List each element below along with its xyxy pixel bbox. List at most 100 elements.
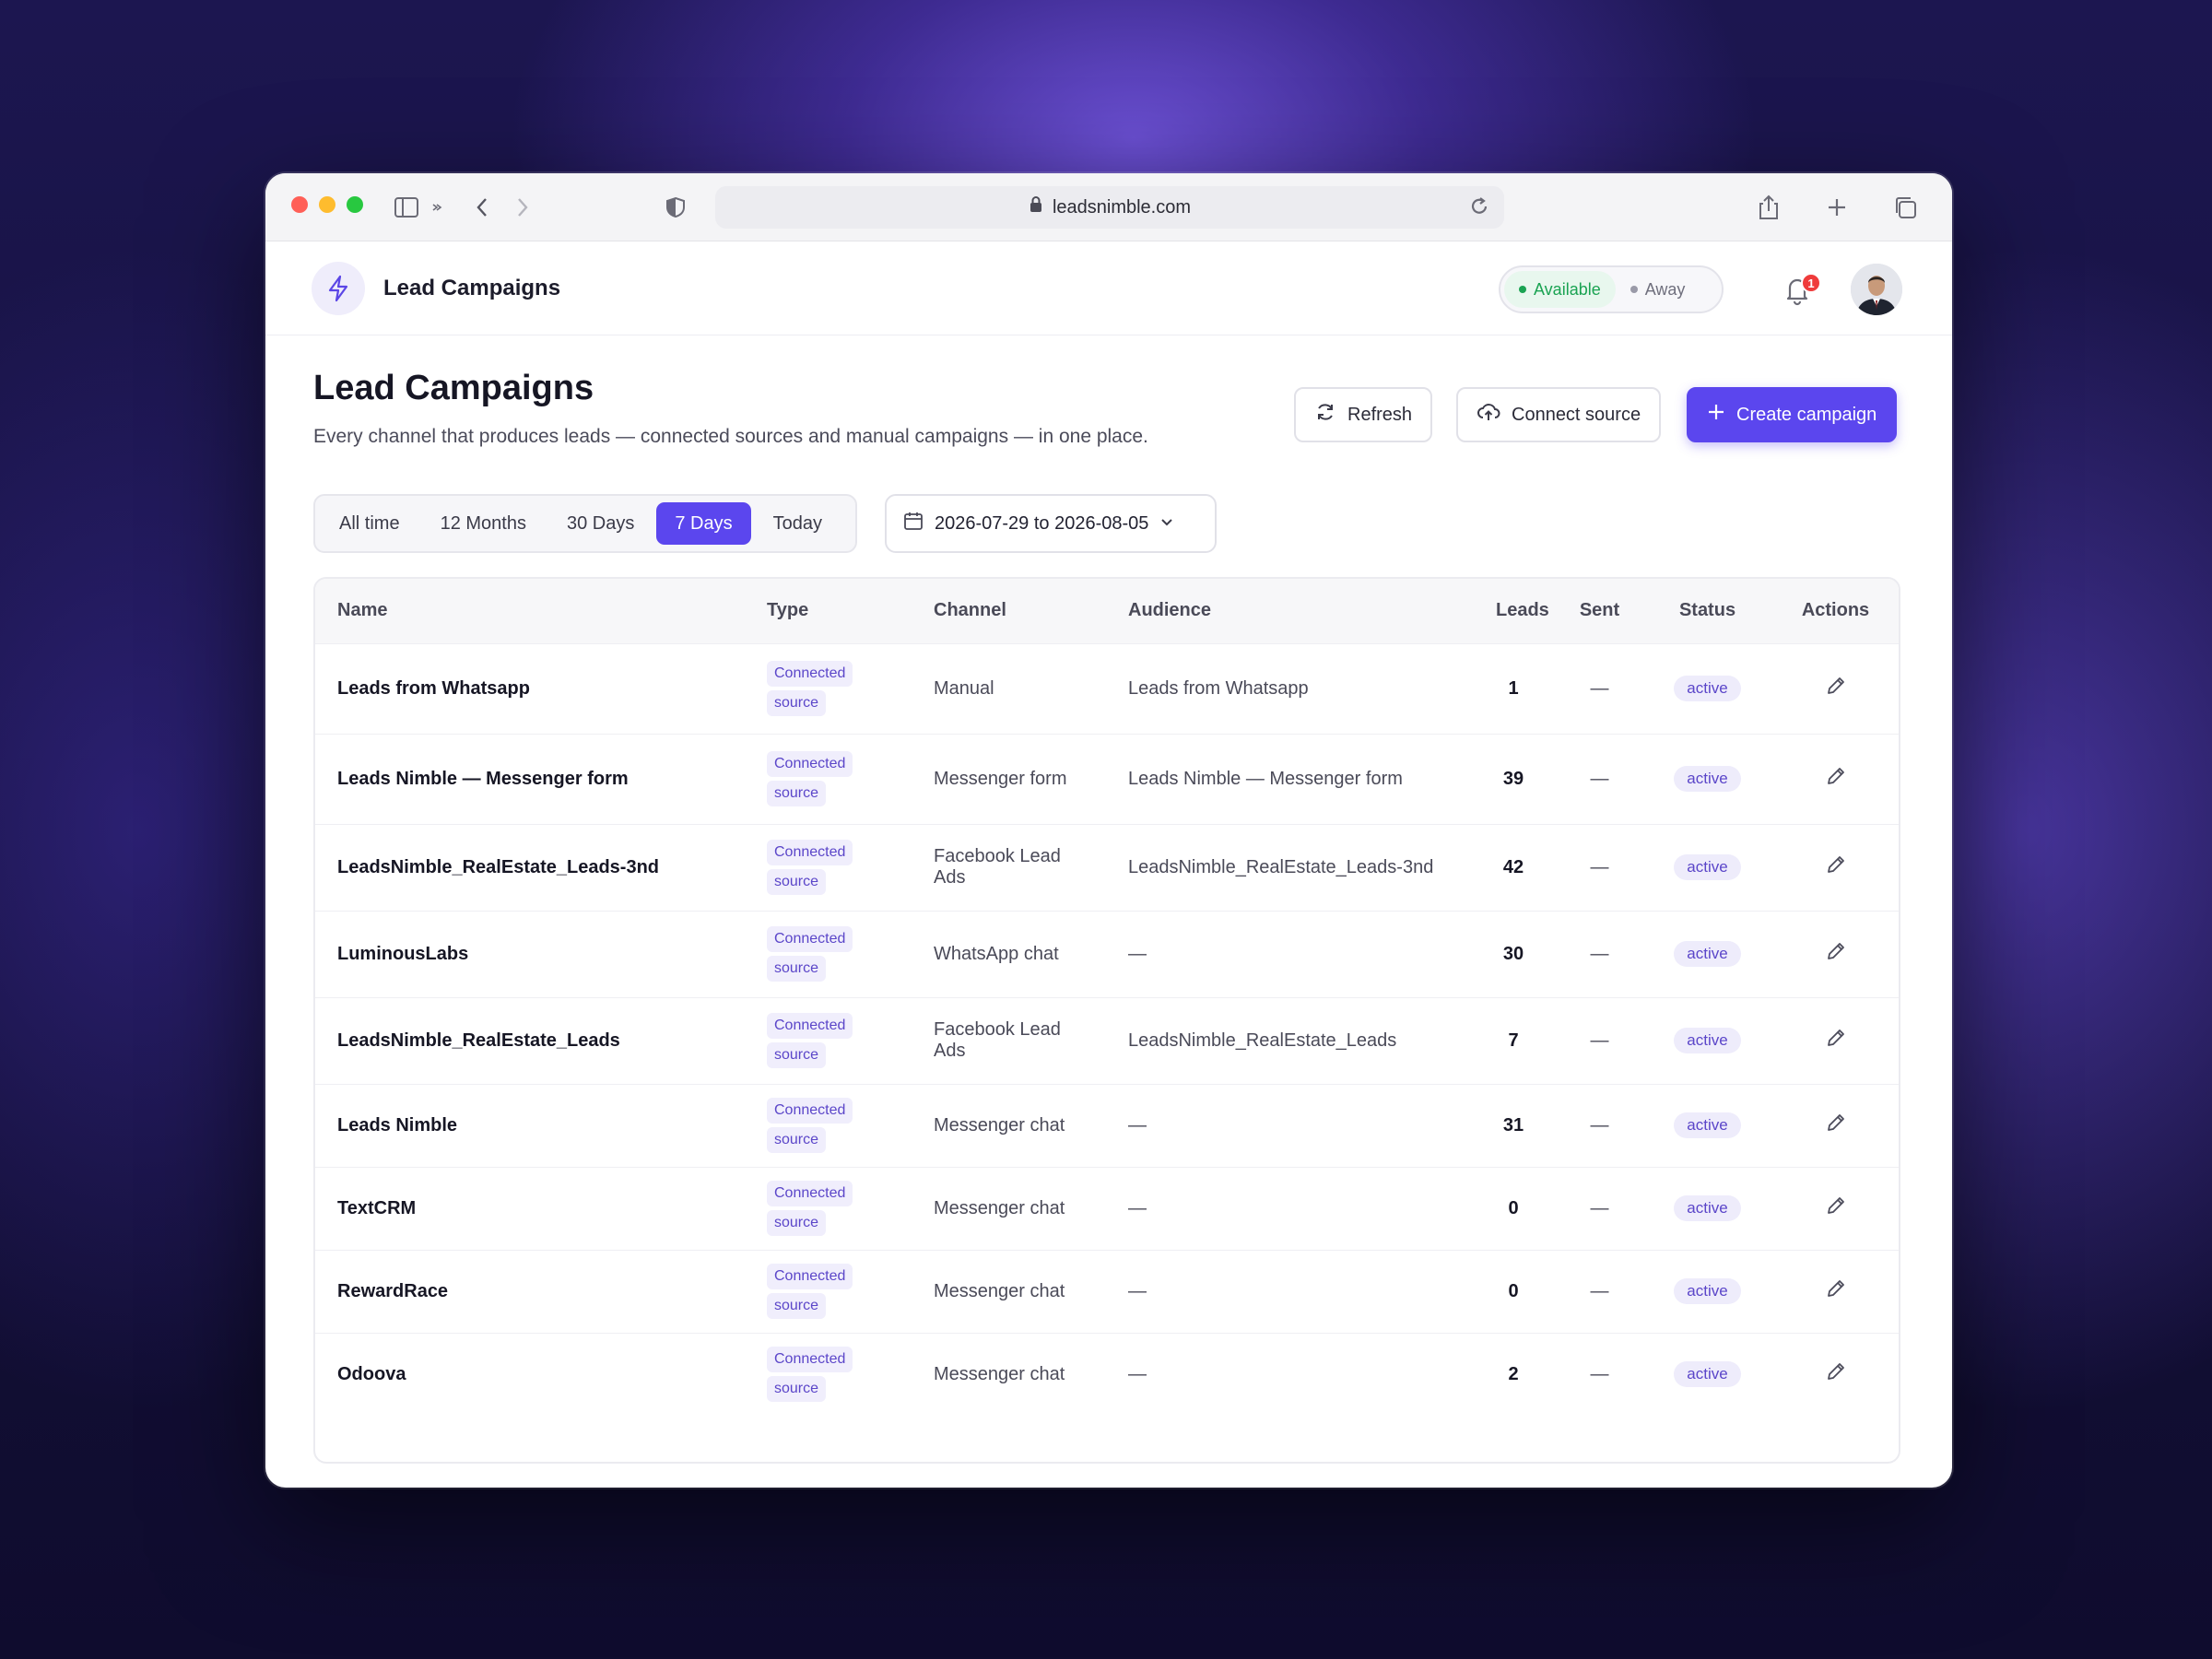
- channel-cell: Facebook Lead Ads: [912, 823, 1106, 911]
- table-row[interactable]: LuminousLabs Connected source WhatsApp chat…: [315, 910, 1899, 997]
- url-text: leadsnimble.com: [1052, 196, 1192, 218]
- channel-cell: WhatsApp chat: [912, 910, 1106, 997]
- column-header: Leads: [1496, 600, 1549, 621]
- campaign-name[interactable]: Leads Nimble — Messenger form: [315, 733, 745, 824]
- leads-cell: 39: [1474, 733, 1553, 824]
- presence-toggle: Available Away: [1499, 265, 1724, 313]
- status-cell: active: [1646, 1166, 1769, 1250]
- type-badge-line: Connected: [767, 840, 853, 865]
- date-range-picker[interactable]: 2026-07-29 to 2026-08-05: [885, 494, 1217, 553]
- table-row[interactable]: TextCRM Connected source Messenger chat —0— a…: [315, 1166, 1899, 1250]
- chevron-down-icon[interactable]: [428, 192, 446, 223]
- channel-cell: Messenger chat: [912, 1166, 1106, 1250]
- type-cell: Connected source: [745, 996, 912, 1084]
- pencil-icon[interactable]: [1825, 940, 1847, 962]
- column-header: Sent: [1579, 600, 1620, 621]
- chevron-left-icon[interactable]: [466, 192, 498, 223]
- pencil-icon[interactable]: [1825, 675, 1847, 697]
- table-row[interactable]: Leads Nimble Connected source Messenger cha…: [315, 1083, 1899, 1167]
- pencil-icon[interactable]: [1825, 765, 1847, 787]
- type-badge-line: Connected: [767, 926, 853, 952]
- range-option[interactable]: 12 Months: [422, 502, 545, 545]
- audience-cell: —: [1106, 1249, 1474, 1333]
- table-row[interactable]: LeadsNimble_RealEstate_Leads-3nd Connecte…: [315, 823, 1899, 911]
- campaign-name[interactable]: Leads from Whatsapp: [315, 642, 745, 734]
- share-icon[interactable]: [1753, 192, 1784, 223]
- table-row[interactable]: Odoova Connected source Messenger chat —2— ac…: [315, 1332, 1899, 1416]
- actions-cell: [1769, 1166, 1899, 1250]
- status-cell: active: [1646, 642, 1769, 734]
- sent-cell: —: [1553, 1332, 1646, 1416]
- create-campaign-button[interactable]: Create campaign: [1687, 387, 1898, 442]
- page-title: Lead Campaigns: [313, 369, 594, 407]
- chevron-right-icon[interactable]: [507, 192, 538, 223]
- address-bar[interactable]: leadsnimble.com: [715, 186, 1504, 229]
- campaign-name[interactable]: Odoova: [315, 1332, 745, 1416]
- maximize-window-button[interactable]: [347, 196, 363, 213]
- pencil-icon[interactable]: [1825, 1194, 1847, 1217]
- avatar[interactable]: [1851, 264, 1902, 315]
- refresh-button[interactable]: Refresh: [1294, 387, 1433, 442]
- presence-available-option[interactable]: Available: [1504, 271, 1616, 308]
- lock-icon: [1029, 195, 1043, 219]
- actions-cell: [1769, 1249, 1899, 1333]
- campaign-name[interactable]: TextCRM: [315, 1166, 745, 1250]
- plus-icon[interactable]: [1821, 192, 1853, 223]
- leads-cell: 42: [1474, 823, 1553, 911]
- table-row[interactable]: Leads from Whatsapp Connected source Manual…: [315, 642, 1899, 734]
- sent-cell: —: [1553, 733, 1646, 824]
- status-badge: active: [1674, 1278, 1741, 1304]
- type-badge: Connected source: [767, 1013, 853, 1068]
- create-campaign-label: Create campaign: [1736, 404, 1877, 425]
- pencil-icon[interactable]: [1825, 1112, 1847, 1134]
- pencil-icon[interactable]: [1825, 1360, 1847, 1382]
- notifications-button[interactable]: 1: [1777, 269, 1821, 310]
- table-row[interactable]: LeadsNimble_RealEstate_Leads Connected sou…: [315, 996, 1899, 1084]
- presence-away-option[interactable]: Away: [1616, 271, 1700, 308]
- campaign-name[interactable]: LuminousLabs: [315, 910, 745, 997]
- type-cell: Connected source: [745, 1083, 912, 1167]
- status-badge: active: [1674, 1028, 1741, 1053]
- type-badge-line: source: [767, 1293, 827, 1319]
- table-row[interactable]: Leads Nimble — Messenger form Connected so…: [315, 733, 1899, 824]
- type-badge-line: source: [767, 956, 827, 982]
- campaign-name[interactable]: RewardRace: [315, 1249, 745, 1333]
- sidebar-icon[interactable]: [391, 192, 422, 223]
- close-window-button[interactable]: [291, 196, 308, 213]
- status-cell: active: [1646, 1083, 1769, 1167]
- status-badge: active: [1674, 676, 1741, 701]
- app-title: Lead Campaigns: [383, 276, 561, 300]
- range-option[interactable]: All time: [321, 502, 418, 545]
- audience-cell: —: [1106, 1083, 1474, 1167]
- table-row[interactable]: RewardRace Connected source Messenger chat —…: [315, 1249, 1899, 1333]
- type-cell: Connected source: [745, 823, 912, 911]
- shield-icon[interactable]: [660, 192, 691, 223]
- channel-cell: Manual: [912, 642, 1106, 734]
- leads-cell: 31: [1474, 1083, 1553, 1167]
- audience-cell: —: [1106, 1332, 1474, 1416]
- status-cell: active: [1646, 823, 1769, 911]
- range-option[interactable]: 30 Days: [548, 502, 653, 545]
- actions-cell: [1769, 996, 1899, 1084]
- pencil-icon[interactable]: [1825, 1027, 1847, 1049]
- connect-source-button[interactable]: Connect source: [1456, 387, 1662, 442]
- pencil-icon[interactable]: [1825, 853, 1847, 876]
- pencil-icon[interactable]: [1825, 1277, 1847, 1300]
- minimize-window-button[interactable]: [319, 196, 335, 213]
- tabs-icon[interactable]: [1889, 192, 1921, 223]
- reload-icon[interactable]: [1467, 194, 1491, 225]
- campaign-name[interactable]: Leads Nimble: [315, 1083, 745, 1167]
- audience-cell: —: [1106, 910, 1474, 997]
- campaign-name[interactable]: LeadsNimble_RealEstate_Leads-3nd: [315, 823, 745, 911]
- bolt-icon[interactable]: [312, 262, 365, 315]
- notification-badge: 1: [1801, 273, 1821, 293]
- type-badge-line: Connected: [767, 1098, 853, 1124]
- campaign-name[interactable]: LeadsNimble_RealEstate_Leads: [315, 996, 745, 1084]
- actions-cell: [1769, 733, 1899, 824]
- type-badge: Connected source: [767, 661, 853, 716]
- status-badge: active: [1674, 766, 1741, 792]
- leads-cell: 7: [1474, 996, 1553, 1084]
- range-option[interactable]: 7 Days: [656, 502, 751, 545]
- range-option[interactable]: Today: [755, 502, 841, 545]
- type-badge-line: source: [767, 690, 827, 716]
